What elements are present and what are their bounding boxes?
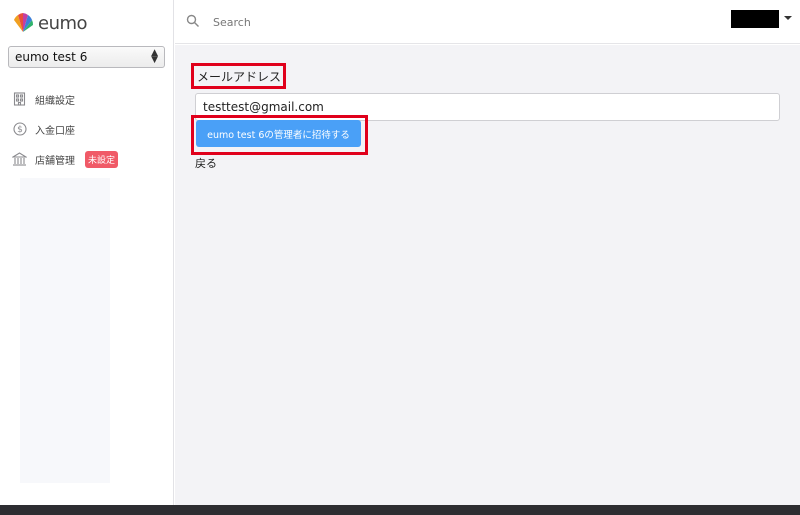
- sidebar-nav: 組織設定 $ 入金口座 店舗管理 未設定: [12, 84, 162, 174]
- org-select[interactable]: eumo test 6 ▲ ▼: [8, 46, 165, 68]
- sidebar-item-label: 店舗管理: [35, 155, 75, 167]
- sidebar-panel-background: [20, 178, 110, 483]
- logo-text: eumo: [38, 12, 88, 34]
- org-select-value: eumo test 6: [15, 50, 88, 64]
- email-label-highlight: メールアドレス: [191, 63, 286, 89]
- os-dock-strip: [0, 505, 800, 515]
- user-menu-redacted[interactable]: [731, 10, 779, 28]
- store-icon: [12, 152, 27, 167]
- search-icon: [186, 14, 199, 27]
- chevron-down-icon[interactable]: [784, 16, 792, 20]
- sidebar-item-store-management[interactable]: 店舗管理 未設定: [12, 144, 162, 174]
- sidebar-item-organization[interactable]: 組織設定: [12, 84, 162, 114]
- status-badge: 未設定: [85, 150, 119, 168]
- sidebar: eumo eumo test 6 ▲ ▼ 組織設定 $ 入金口座 店舗管理 未設…: [0, 0, 174, 505]
- search-input[interactable]: [207, 10, 507, 34]
- email-label: メールアドレス: [197, 69, 282, 84]
- logo-fan-icon: [14, 13, 34, 32]
- main-content: メールアドレス eumo test 6の管理者に招待する 戻る: [175, 45, 800, 505]
- select-arrows-icon: ▲ ▼: [151, 48, 158, 65]
- invite-admin-button[interactable]: eumo test 6の管理者に招待する: [196, 120, 361, 147]
- svg-text:$: $: [17, 125, 23, 135]
- building-icon: [12, 92, 27, 107]
- sidebar-item-label: 組織設定: [35, 95, 75, 107]
- back-link[interactable]: 戻る: [195, 155, 217, 171]
- logo[interactable]: eumo: [12, 10, 88, 36]
- sidebar-item-label: 入金口座: [35, 125, 75, 137]
- sidebar-item-deposit-account[interactable]: $ 入金口座: [12, 114, 162, 144]
- dollar-circle-icon: $: [12, 122, 27, 137]
- top-header: [175, 0, 800, 44]
